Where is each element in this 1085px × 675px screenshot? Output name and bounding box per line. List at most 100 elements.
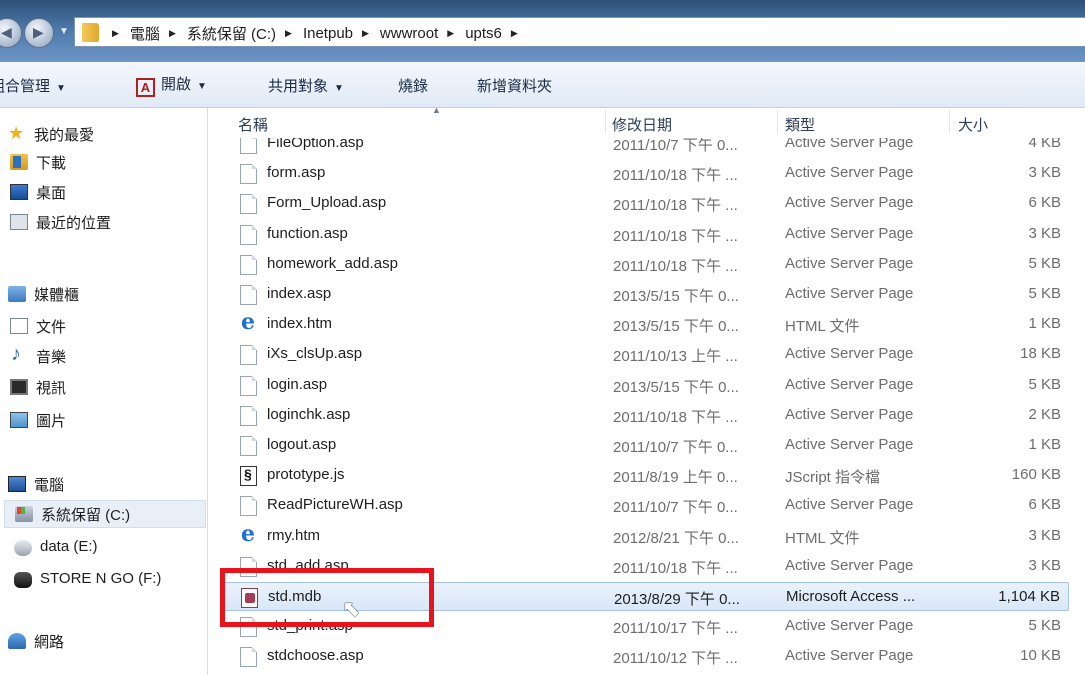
page-icon [240, 405, 257, 426]
file-name: index.asp [267, 285, 332, 302]
nav-pictures[interactable]: 圖片 [10, 406, 66, 434]
acrobat-icon: A [136, 78, 155, 97]
file-name: function.asp [267, 224, 348, 242]
column-divider[interactable] [949, 110, 950, 134]
file-name: form.asp [267, 164, 326, 182]
recent-places-icon [10, 214, 28, 230]
file-name: iXs_clsUp.asp [267, 345, 363, 363]
nav-drive-e[interactable]: data (E:) [14, 532, 98, 560]
page-icon [240, 224, 257, 245]
file-size: 6 KB [1028, 194, 1061, 212]
page-icon [240, 254, 257, 275]
column-name[interactable]: 名稱 [238, 114, 268, 135]
file-row[interactable]: loginchk.asp 2011/10/18 下午 ... Active Serv… [221, 401, 1069, 430]
file-row[interactable]: prototype.js 2011/8/19 上午 0... JScript 指令檔… [221, 461, 1069, 490]
file-row[interactable]: Form_Upload.asp 2011/10/18 下午 ... Active S… [221, 189, 1069, 218]
page-icon [240, 375, 257, 396]
column-size[interactable]: 大小 [958, 114, 988, 135]
nav-videos[interactable]: 視訊 [10, 373, 66, 401]
crumb-inetpub[interactable]: Inetpub [303, 25, 353, 42]
nav-downloads[interactable]: 下載 [10, 148, 66, 176]
forward-button[interactable]: ▶ [24, 18, 54, 48]
nav-libraries[interactable]: 媒體櫃 [8, 280, 79, 308]
file-row[interactable]: logout.asp 2011/10/7 下午 0... Active Server… [221, 431, 1069, 460]
file-date: 2011/8/19 上午 0... [613, 469, 738, 487]
file-row[interactable]: function.asp 2011/10/18 下午 ... Active Serv… [221, 220, 1069, 249]
file-name: stdchoose.asp [267, 647, 364, 665]
js-icon [240, 466, 257, 487]
file-date: 2011/10/18 下午 ... [613, 408, 738, 426]
nav-recent[interactable]: 最近的位置 [10, 208, 111, 236]
file-name: prototype.js [267, 466, 345, 484]
column-header: ▲ 名稱 修改日期 類型 大小 [209, 108, 1085, 138]
nav-computer[interactable]: 電腦 [8, 470, 64, 498]
column-date[interactable]: 修改日期 [612, 114, 672, 135]
file-name: Form_Upload.asp [267, 194, 387, 212]
file-name: rmy.htm [267, 526, 321, 544]
file-type: HTML 文件 [785, 318, 860, 336]
nav-label: 文件 [36, 318, 67, 336]
nav-music[interactable]: 音樂 [10, 342, 66, 370]
file-row[interactable]: stdchoose.asp 2011/10/12 下午 ... Active Ser… [221, 642, 1069, 671]
file-row[interactable]: ReadPictureWH.asp 2011/10/7 下午 0... Active… [221, 491, 1069, 520]
ie-icon [240, 521, 257, 547]
nav-desktop[interactable]: 桌面 [10, 178, 66, 206]
crumb-computer[interactable]: 電腦 [130, 23, 160, 44]
file-size: 5 KB [1028, 285, 1061, 302]
new-folder-button[interactable]: 新增資料夾 [477, 75, 552, 96]
crumb-wwwroot[interactable]: wwwroot [380, 25, 438, 42]
nav-drive-c[interactable]: 系統保留 (C:) [4, 500, 206, 528]
file-date: 2011/10/12 下午 ... [613, 650, 738, 668]
video-icon [10, 379, 28, 395]
chevron-right-icon[interactable]: ▶ [362, 28, 369, 39]
address-bar-area: ◀ ▶ ▼ ▶ 電腦 ▶ 系統保留 (C:) ▶ Inetpub ▶ wwwro… [0, 0, 1085, 62]
nav-network[interactable]: 網路 [8, 627, 64, 655]
file-row[interactable]: index.asp 2013/5/15 下午 0... Active Server … [221, 280, 1069, 309]
file-row[interactable]: form.asp 2011/10/18 下午 ... Active Server P… [221, 159, 1069, 188]
nav-label: 圖片 [36, 412, 67, 430]
nav-label: 音樂 [36, 348, 67, 366]
page-icon [240, 647, 257, 668]
file-type: Active Server Page [785, 164, 914, 182]
file-name: loginchk.asp [267, 405, 351, 423]
column-divider[interactable] [605, 110, 606, 134]
folder-icon [82, 23, 99, 42]
file-row[interactable]: iXs_clsUp.asp 2011/10/13 上午 ... Active Ser… [221, 340, 1069, 369]
burn-button[interactable]: 燒錄 [398, 75, 428, 96]
file-name: login.asp [267, 375, 328, 393]
crumb-drive-c[interactable]: 系統保留 (C:) [187, 23, 276, 44]
history-dropdown-icon[interactable]: ▼ [59, 26, 69, 37]
open-button[interactable]: A 開啟 ▼ [136, 73, 207, 97]
chevron-right-icon[interactable]: ▶ [112, 28, 119, 39]
star-icon [8, 123, 26, 144]
breadcrumb[interactable]: ▶ 電腦 ▶ 系統保留 (C:) ▶ Inetpub ▶ wwwroot ▶ u… [74, 17, 1085, 47]
share-label: 共用對象 [268, 78, 329, 95]
chevron-right-icon[interactable]: ▶ [447, 28, 454, 39]
nav-documents[interactable]: 文件 [10, 312, 66, 340]
file-size: 3 KB [1028, 164, 1061, 182]
column-divider[interactable] [777, 110, 778, 134]
file-type: Active Server Page [785, 254, 914, 272]
file-row[interactable]: index.htm 2013/5/15 下午 0... HTML 文件 1 KB [221, 309, 1069, 339]
file-row[interactable]: rmy.htm 2012/8/21 下午 0... HTML 文件 3 KB [221, 521, 1069, 551]
chevron-right-icon[interactable]: ▶ [285, 28, 292, 39]
column-type[interactable]: 類型 [785, 114, 815, 135]
chevron-right-icon[interactable]: ▶ [511, 28, 518, 39]
file-name: index.htm [267, 315, 333, 333]
nav-label: data (E:) [40, 537, 98, 555]
nav-drive-f[interactable]: STORE N GO (F:) [14, 564, 161, 592]
sort-ascending-icon: ▲ [432, 108, 441, 115]
document-icon [10, 318, 28, 334]
organize-button[interactable]: 組合管理 ▼ [0, 75, 66, 96]
file-row[interactable]: homework_add.asp 2011/10/18 下午 ... Active … [221, 250, 1069, 279]
back-button[interactable]: ◀ [0, 18, 22, 48]
nav-label: 視訊 [36, 379, 67, 397]
ie-icon [240, 309, 257, 335]
file-row[interactable]: login.asp 2013/5/15 下午 0... Active Server … [221, 371, 1069, 400]
crumb-upts6[interactable]: upts6 [465, 25, 502, 42]
chevron-right-icon[interactable]: ▶ [169, 28, 176, 39]
share-button[interactable]: 共用對象 ▼ [268, 75, 344, 96]
file-size: 18 KB [1020, 345, 1061, 363]
nav-favorites[interactable]: 我的最愛 [8, 120, 94, 148]
drive-icon [14, 540, 32, 556]
